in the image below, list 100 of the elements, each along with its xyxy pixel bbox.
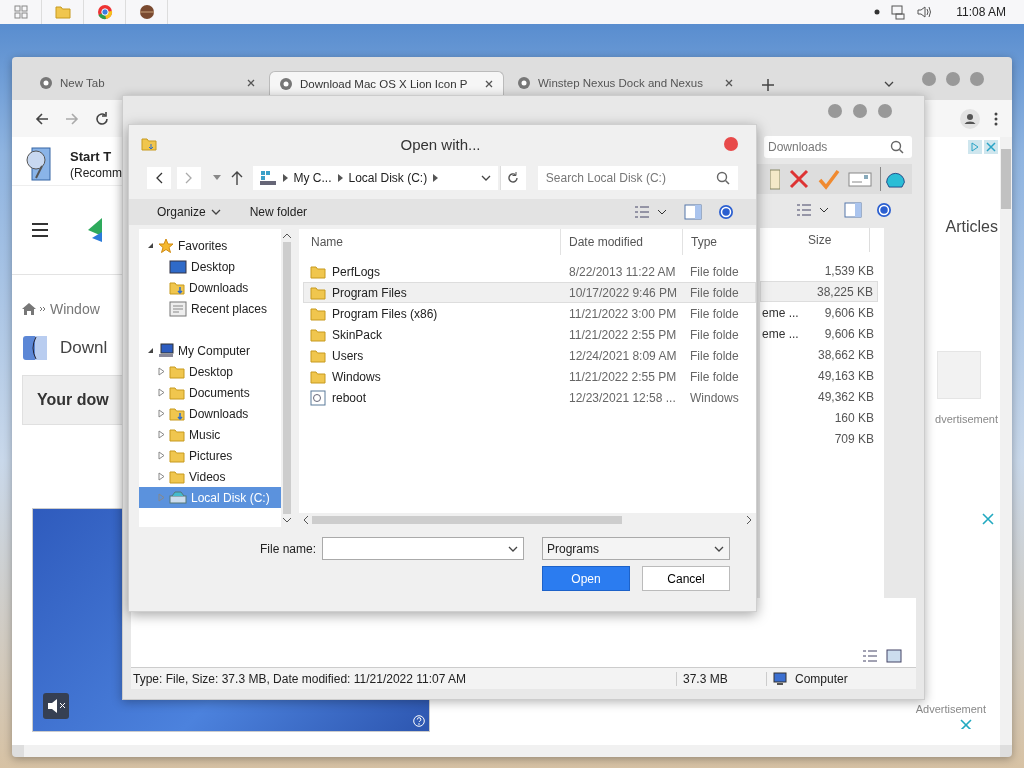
refresh-button[interactable] <box>500 166 526 190</box>
collapsed-arrow-icon[interactable] <box>158 451 165 460</box>
breadcrumb-item[interactable]: My C... <box>293 171 332 185</box>
shell-icon[interactable] <box>880 167 906 191</box>
cancel-button[interactable]: Cancel <box>642 566 730 591</box>
column-header[interactable]: Type <box>683 229 756 255</box>
column-header[interactable]: Date modified <box>561 229 683 255</box>
nav-item[interactable]: Favorites <box>139 235 281 256</box>
collapsed-arrow-icon[interactable] <box>158 388 165 397</box>
breadcrumb-arrow-icon[interactable] <box>282 174 288 182</box>
vertical-scrollbar[interactable] <box>1000 137 1012 745</box>
nav-item[interactable]: Desktop <box>139 256 281 277</box>
close-icon[interactable] <box>484 78 494 89</box>
file-type-dropdown[interactable]: Programs <box>542 537 730 560</box>
nav-item[interactable]: Pictures <box>139 445 281 466</box>
file-row[interactable]: 38,225 KB <box>760 281 878 302</box>
breadcrumb-arrow-icon[interactable] <box>337 174 343 182</box>
maximize-button[interactable] <box>946 72 960 86</box>
file-row[interactable]: 49,362 KB <box>760 386 878 407</box>
close-icon[interactable] <box>724 78 734 88</box>
reload-icon[interactable] <box>94 110 110 127</box>
forward-icon[interactable] <box>64 110 80 127</box>
delete-icon[interactable] <box>788 168 810 190</box>
file-row[interactable]: 160 KB <box>760 407 878 428</box>
clipboard-icon[interactable] <box>770 168 780 190</box>
collapsed-arrow-icon[interactable] <box>158 472 165 481</box>
preview-pane-icon[interactable] <box>844 202 862 218</box>
close-button[interactable] <box>724 137 738 151</box>
browser-tab[interactable]: Download Mac OS X Lion Icon P <box>269 71 504 95</box>
close-ad-icon[interactable] <box>982 513 994 525</box>
nav-item[interactable]: Music <box>139 424 281 445</box>
nav-item[interactable]: Downloads <box>139 403 281 424</box>
nav-item[interactable]: My Computer <box>139 340 281 361</box>
browser-tab[interactable]: New Tab <box>30 71 265 95</box>
recent-locations-icon[interactable] <box>212 175 221 181</box>
nav-item[interactable]: Downloads <box>139 277 281 298</box>
help-icon[interactable] <box>413 715 425 727</box>
details-view-icon[interactable] <box>862 649 878 663</box>
close-button[interactable] <box>878 104 892 118</box>
file-row[interactable]: eme ... 9,606 KB <box>760 302 878 323</box>
file-row[interactable]: reboot 12/23/2021 12:58 ... Windows <box>303 387 756 408</box>
close-ad-icon[interactable] <box>984 140 998 154</box>
back-icon[interactable] <box>34 110 50 127</box>
file-row[interactable]: 49,163 KB <box>760 365 878 386</box>
help-icon[interactable] <box>718 204 734 220</box>
nav-link[interactable]: Articles <box>945 218 998 236</box>
check-icon[interactable] <box>818 168 840 190</box>
file-name-field[interactable] <box>322 537 524 560</box>
close-ad-icon[interactable] <box>960 719 972 729</box>
nav-item[interactable]: Desktop <box>139 361 281 382</box>
collapsed-arrow-icon[interactable] <box>158 367 165 376</box>
close-icon[interactable] <box>246 78 256 88</box>
breadcrumb-item[interactable]: Local Disk (C:) <box>348 171 428 185</box>
file-row[interactable]: 709 KB <box>760 428 878 449</box>
open-button[interactable]: Open <box>542 566 630 591</box>
up-icon[interactable] <box>230 171 243 185</box>
column-header[interactable]: Size <box>760 228 870 252</box>
windows-logo-icon[interactable] <box>13 5 28 19</box>
new-folder-button[interactable]: New folder <box>249 205 308 219</box>
horizontal-scrollbar[interactable] <box>24 745 1000 757</box>
file-row[interactable]: eme ... 9,606 KB <box>760 323 878 344</box>
collapsed-arrow-icon[interactable] <box>158 430 165 439</box>
file-row[interactable]: Users 12/24/2021 8:09 AM File folde <box>303 345 756 366</box>
file-row[interactable]: 38,662 KB <box>760 344 878 365</box>
view-options-icon[interactable] <box>796 202 830 218</box>
expanded-arrow-icon[interactable] <box>147 347 154 354</box>
folder-icon[interactable] <box>54 4 71 20</box>
expanded-arrow-icon[interactable] <box>147 242 154 249</box>
file-row[interactable]: SkinPack 11/21/2022 2:55 PM File folde <box>303 324 756 345</box>
home-icon[interactable] <box>22 303 36 315</box>
breadcrumb-arrow-icon[interactable] <box>433 174 439 182</box>
thumbnail-view-icon[interactable] <box>886 649 902 663</box>
file-row[interactable]: Windows 11/21/2022 2:55 PM File folde <box>303 366 756 387</box>
volume-icon[interactable] <box>916 4 933 20</box>
dropdown-icon[interactable] <box>480 173 493 183</box>
help-icon[interactable] <box>876 202 892 218</box>
maximize-button[interactable] <box>853 104 867 118</box>
back-button[interactable] <box>147 167 171 189</box>
horizontal-scrollbar[interactable] <box>299 513 756 527</box>
ad-choices-icon[interactable] <box>968 140 982 154</box>
preview-pane-icon[interactable] <box>684 204 702 220</box>
minimize-button[interactable] <box>828 104 842 118</box>
mute-icon[interactable] <box>43 693 69 719</box>
app-icon[interactable] <box>138 4 155 20</box>
view-options-icon[interactable] <box>634 204 668 220</box>
nav-item[interactable]: Videos <box>139 466 281 487</box>
browser-tab[interactable]: Winstep Nexus Dock and Nexus <box>508 71 743 95</box>
file-row[interactable]: Program Files (x86) 11/21/2022 3:00 PM File folde <box>303 303 756 324</box>
column-header[interactable]: Name <box>299 229 561 255</box>
profile-icon[interactable] <box>960 108 980 129</box>
menu-icon[interactable] <box>32 223 48 237</box>
file-row[interactable]: 1,539 KB <box>760 260 878 281</box>
close-button[interactable] <box>970 72 984 86</box>
organize-menu[interactable]: Organize <box>157 205 222 219</box>
file-row[interactable]: Program Files 10/17/2022 9:46 PM File folde <box>303 282 756 303</box>
nav-item[interactable]: Documents <box>139 382 281 403</box>
breadcrumb-link[interactable]: Window <box>50 301 100 317</box>
file-row[interactable]: PerfLogs 8/22/2013 11:22 AM File folde <box>303 261 756 282</box>
network-icon[interactable] <box>890 4 907 20</box>
collapsed-arrow-icon[interactable] <box>158 409 165 418</box>
